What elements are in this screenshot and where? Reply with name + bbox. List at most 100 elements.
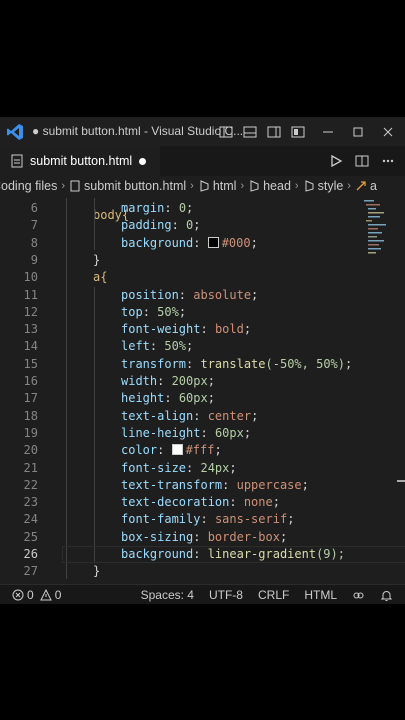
close-icon[interactable] [381,125,395,139]
code-text: box-sizing: border-box; [121,529,288,544]
tab-label: submit button.html [30,154,133,168]
line-number: 15 [23,356,38,371]
css-property: margin [121,201,165,215]
maximize-icon[interactable] [351,125,365,139]
code-text: color: #fff; [121,443,222,458]
code-line: 8 background: #000; [0,235,405,252]
scrollbar-cursor-marker[interactable] [397,480,405,482]
encoding-status[interactable]: UTF-8 [209,588,243,602]
line-number: 17 [23,391,38,406]
error-icon [12,589,24,601]
code-line: 14 left: 50%; [0,338,405,355]
toggle-secondary-sidebar-icon[interactable] [267,125,281,139]
window-title: ● submit button.html - Visual Studio C..… [32,124,244,138]
line-number: 20 [23,443,38,458]
code-text: top: 50%; [121,304,187,319]
line-number: 10 [23,270,38,285]
language-mode-status[interactable]: HTML [304,588,337,602]
code-text: text-decoration: none; [121,495,280,510]
line-number: 26 [23,547,38,561]
line-number: 24 [23,512,38,527]
code-text: position: absolute; [121,287,259,302]
html-file-icon [11,154,23,168]
unsaved-dot-icon[interactable] [139,158,146,165]
css-value: 0 [178,201,187,215]
line-number: 9 [30,252,38,267]
css-value: 50% [164,339,187,354]
css-property: background [121,235,194,250]
code-text: text-transform: uppercase; [121,477,309,492]
minimap[interactable] [362,198,396,258]
css-value: 60px [178,391,208,406]
css-value: translate(-50%, 50%) [200,356,345,371]
indentation-status[interactable]: Spaces: 4 [141,588,194,602]
line-number: 13 [23,322,38,337]
css-value: absolute [193,287,252,302]
line-number: 14 [23,339,38,354]
code-text: left: 50%; [121,339,194,354]
code-line: 6 margin: 0; [0,200,405,217]
toggle-primary-sidebar-icon[interactable] [219,125,233,139]
run-icon[interactable] [329,154,343,168]
css-value: #000 [221,235,251,250]
line-number: 27 [23,564,38,579]
minimize-icon[interactable] [321,125,335,139]
css-value: center [207,408,252,423]
customize-layout-icon[interactable] [291,125,305,139]
css-property: text-transform [121,477,223,492]
css-value: 200px [171,374,208,388]
status-bar: 0 0 Spaces: 4 UTF-8 CRLF HTML [0,584,405,604]
css-value: border-box [207,529,280,544]
css-property: font-size [121,460,187,475]
code-text: } [93,252,101,267]
line-number: 21 [23,460,38,475]
line-number: 7 [30,218,38,233]
warning-icon [39,589,52,601]
line-number: 18 [23,408,38,423]
code-text: margin: 0; [121,201,194,215]
error-count: 0 [27,588,34,602]
line-number: 22 [23,477,38,492]
code-text: line-height: 60px; [121,425,252,440]
code-line: 23 text-decoration: none; [0,494,405,511]
eol-status[interactable]: CRLF [258,588,289,602]
css-value: sans-serif [214,512,288,527]
code-text: text-align: center; [121,408,259,423]
code-line: 21 font-size: 24px; [0,460,405,477]
code-text: padding: 0; [121,218,201,233]
line-number: 25 [23,529,38,544]
code-line: 22 text-transform: uppercase; [0,477,405,494]
css-property: height [121,391,165,406]
code-line: 20 color: #fff; [0,442,405,459]
css-value: none [243,495,273,510]
css-property: background [121,547,194,561]
css-value: uppercase [236,477,302,492]
css-property: transform [121,356,187,371]
vscode-window: ● submit button.html - Visual Studio C..… [0,117,405,604]
notifications-bell-icon[interactable] [380,589,393,602]
line-number: 12 [23,304,38,319]
css-value: 60px [214,425,244,440]
editor-tab-submit-button[interactable]: submit button.html [0,146,160,176]
code-editor[interactable]: body{ 6 margin: 0; 7 padding: 0; 8 background… [0,198,405,585]
code-text: background: linear-gradient(9); [121,547,345,561]
color-swatch-icon[interactable] [207,236,219,248]
code-text: font-size: 24px; [121,460,237,475]
css-property: color [121,443,158,458]
css-property: padding [121,218,172,233]
line-number: 16 [23,374,38,388]
split-editor-icon[interactable] [355,154,369,168]
css-property: text-align [121,408,194,423]
copilot-icon[interactable] [352,589,365,602]
more-actions-icon[interactable] [381,154,395,168]
title-bar: ● submit button.html - Visual Studio C..… [0,117,405,146]
css-property: width [121,374,158,388]
code-text: a{ [93,270,108,285]
status-right: Spaces: 4 UTF-8 CRLF HTML [126,588,393,602]
css-property: box-sizing [121,529,194,544]
color-swatch-icon[interactable] [171,444,183,456]
css-property: line-height [121,425,201,440]
code-line: 26 background: linear-gradient(9); [0,546,405,563]
problems-indicator[interactable]: 0 0 [12,588,61,602]
toggle-panel-icon[interactable] [243,125,257,139]
